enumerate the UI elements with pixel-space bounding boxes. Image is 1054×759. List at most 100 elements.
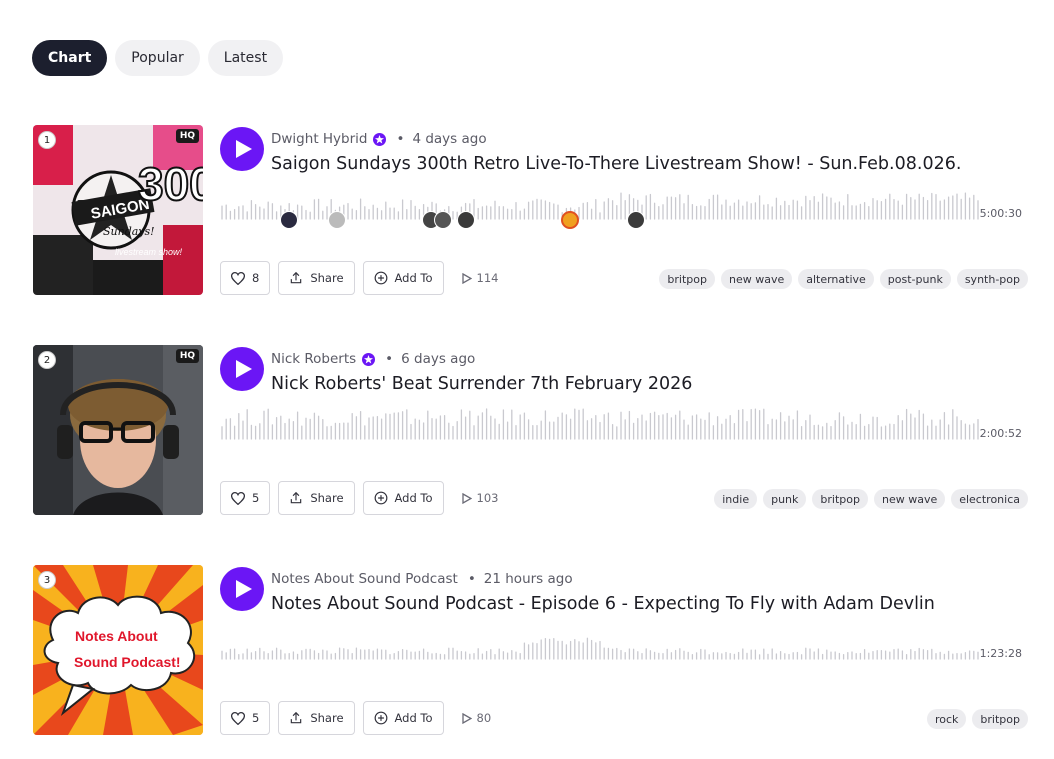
cover-number: 300th (138, 158, 203, 210)
tag[interactable]: new wave (873, 489, 946, 509)
play-button[interactable] (220, 347, 264, 391)
share-button[interactable]: Share (278, 481, 355, 515)
play-count: 103 (461, 481, 499, 515)
waveform[interactable] (220, 625, 1025, 671)
plus-circle-icon (374, 271, 387, 285)
show-meta: Notes About Sound Podcast • 21 hours ago (271, 571, 573, 587)
show-cover[interactable]: Notes About Sound Podcast! 3 (33, 565, 203, 735)
show-meta: Nick Roberts • 6 days ago (271, 351, 475, 367)
heart-icon (231, 711, 245, 725)
commenter-avatar[interactable] (280, 211, 298, 229)
tag[interactable]: synth-pop (956, 269, 1028, 289)
rank-badge: 1 (38, 131, 56, 149)
commenter-avatar[interactable] (434, 211, 452, 229)
show-title[interactable]: Saigon Sundays 300th Retro Live-To-There… (271, 154, 961, 174)
show-cover[interactable]: SAIGON Sundays! 300th livestream show! 1… (33, 125, 203, 295)
upload-age: 21 hours ago (483, 571, 573, 587)
upload-age: 4 days ago (412, 131, 487, 147)
duration: 2:00:52 (979, 427, 1022, 440)
like-count: 8 (252, 271, 260, 285)
commenter-avatar[interactable] (457, 211, 475, 229)
show-cover[interactable]: 2 HQ (33, 345, 203, 515)
tag[interactable]: britpop (812, 489, 868, 509)
action-bar: 8 Share Add To 114 (220, 261, 499, 295)
add-to-button[interactable]: Add To (362, 701, 444, 735)
share-icon (291, 271, 302, 284)
add-to-label: Add To (394, 271, 433, 285)
filter-tabs: Chart Popular Latest (32, 40, 284, 76)
play-icon (236, 360, 252, 378)
heart-icon (231, 271, 245, 285)
play-count-value: 80 (476, 711, 492, 725)
tag[interactable]: alternative (798, 269, 874, 289)
share-label: Share (310, 271, 344, 285)
plus-circle-icon (374, 711, 387, 725)
show-item: 2 HQ Nick Roberts • 6 days ago Nick Robe… (33, 345, 1028, 516)
play-icon (236, 140, 252, 158)
play-count: 114 (461, 261, 499, 295)
play-outline-icon (461, 712, 472, 724)
share-icon (291, 491, 302, 504)
show-title[interactable]: Notes About Sound Podcast - Episode 6 - … (271, 594, 935, 614)
waveform-bars (221, 408, 979, 440)
waveform-bars (221, 637, 979, 660)
like-count: 5 (252, 711, 260, 725)
play-count-value: 114 (476, 271, 499, 285)
commenter-avatar[interactable] (627, 211, 645, 229)
plus-circle-icon (374, 491, 387, 505)
share-icon (291, 711, 302, 724)
verified-star-icon (362, 352, 376, 366)
tab-chart[interactable]: Chart (32, 40, 108, 76)
like-count: 5 (252, 491, 260, 505)
comment-avatars (220, 211, 990, 231)
separator-dot: • (385, 351, 394, 367)
rank-badge: 2 (38, 351, 56, 369)
tag[interactable]: post-punk (879, 269, 951, 289)
add-to-button[interactable]: Add To (362, 261, 444, 295)
share-button[interactable]: Share (278, 701, 355, 735)
tag-list: rock britpop (926, 709, 1028, 729)
play-button[interactable] (220, 567, 264, 611)
play-outline-icon (461, 492, 472, 504)
tag[interactable]: britpop (972, 709, 1028, 729)
heart-icon (231, 491, 245, 505)
cover-title-line2: Sound Podcast! (74, 654, 181, 670)
share-button[interactable]: Share (278, 261, 355, 295)
tag-list: indie punk britpop new wave electronica (714, 489, 1028, 509)
like-button[interactable]: 8 (220, 261, 271, 295)
like-button[interactable]: 5 (220, 481, 271, 515)
add-to-button[interactable]: Add To (362, 481, 444, 515)
action-bar: 5 Share Add To 103 (220, 481, 499, 515)
duration: 1:23:28 (979, 647, 1022, 660)
tag[interactable]: electronica (951, 489, 1028, 509)
play-button[interactable] (220, 127, 264, 171)
action-bar: 5 Share Add To 80 (220, 701, 491, 735)
tag[interactable]: new wave (720, 269, 793, 289)
add-to-label: Add To (394, 491, 433, 505)
tag[interactable]: indie (714, 489, 758, 509)
artist-name[interactable]: Notes About Sound Podcast (271, 571, 458, 587)
play-outline-icon (461, 272, 472, 284)
show-item: Notes About Sound Podcast! 3 Notes About… (33, 565, 1028, 736)
tag[interactable]: britpop (659, 269, 715, 289)
commenter-avatar[interactable] (561, 211, 579, 229)
tab-popular[interactable]: Popular (115, 40, 200, 76)
duration: 5:00:30 (979, 207, 1022, 220)
tag[interactable]: rock (926, 709, 967, 729)
cover-subtitle: livestream show! (115, 247, 183, 257)
artist-name[interactable]: Nick Roberts (271, 351, 356, 367)
share-label: Share (310, 711, 344, 725)
separator-dot: • (396, 131, 405, 147)
rank-badge: 3 (38, 571, 56, 589)
tab-latest[interactable]: Latest (207, 40, 284, 76)
tag[interactable]: punk (763, 489, 807, 509)
like-button[interactable]: 5 (220, 701, 271, 735)
commenter-avatar[interactable] (328, 211, 346, 229)
artist-name[interactable]: Dwight Hybrid (271, 131, 367, 147)
play-icon (236, 580, 252, 598)
upload-age: 6 days ago (401, 351, 476, 367)
waveform[interactable] (220, 405, 1025, 451)
show-title[interactable]: Nick Roberts' Beat Surrender 7th Februar… (271, 374, 692, 394)
add-to-label: Add To (394, 711, 433, 725)
separator-dot: • (467, 571, 476, 587)
